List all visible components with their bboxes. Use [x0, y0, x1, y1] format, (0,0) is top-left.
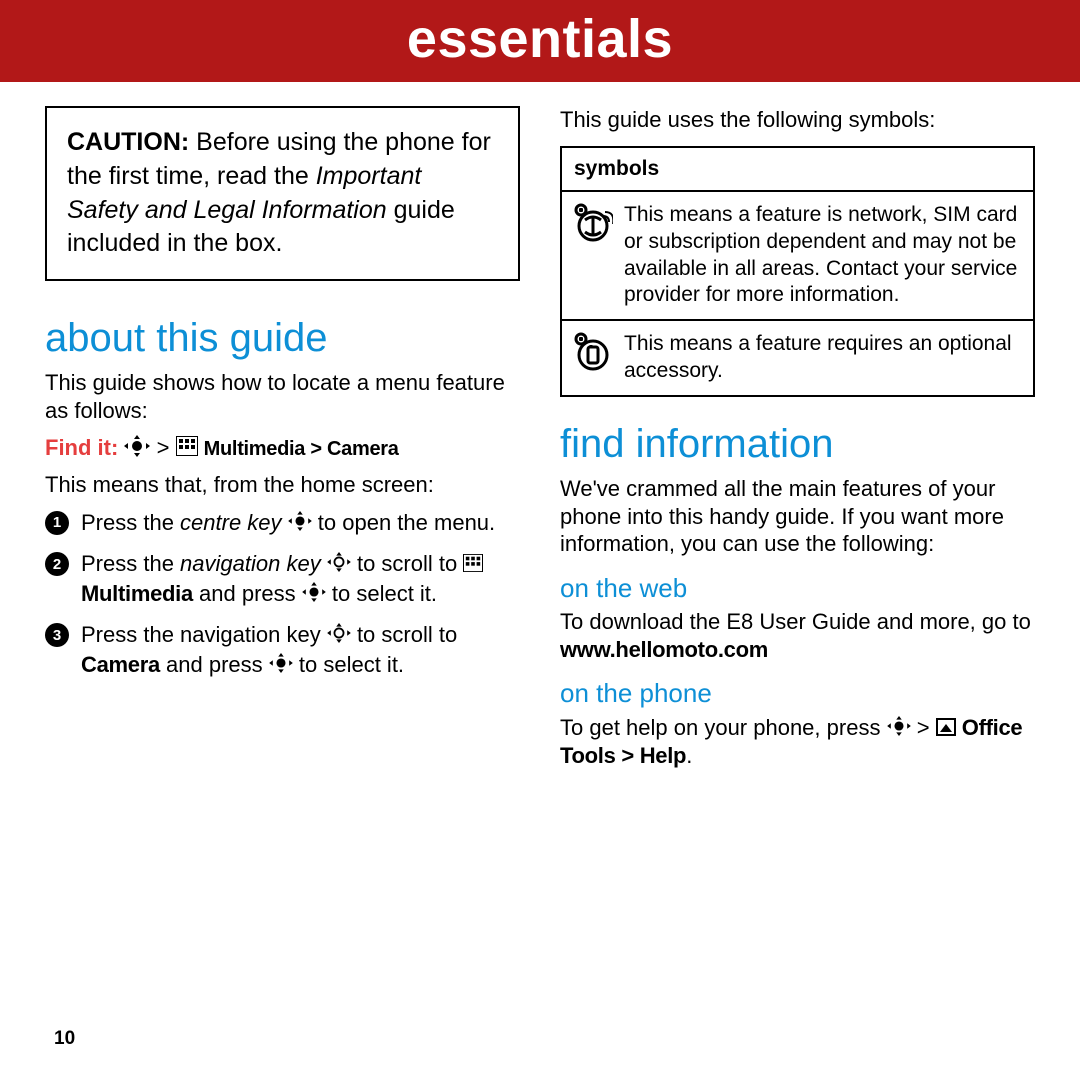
network-dependent-icon	[562, 192, 624, 320]
nav-key-icon	[327, 622, 351, 651]
on-the-phone-text: To get help on your phone, press > Offic…	[560, 714, 1035, 770]
phone-dot: .	[686, 743, 692, 768]
step2-b: to scroll to	[357, 551, 463, 576]
step3-bold: Camera	[81, 652, 160, 677]
symbols-header: symbols	[562, 148, 1033, 192]
web-t1: To download the E8 User Guide and more, …	[560, 609, 1031, 634]
list-item: 1 Press the centre key to open the menu.	[45, 509, 520, 538]
step1-ital: centre key	[180, 510, 282, 535]
left-column: CAUTION: Before using the phone for the …	[45, 106, 520, 780]
table-row: This means a feature requires an optiona…	[562, 321, 1033, 395]
step3-c: and press	[160, 652, 269, 677]
findit-line: Find it: > Multimedia > Camera	[45, 434, 520, 463]
symbols-row-1-text: This means a feature is network, SIM car…	[624, 192, 1033, 320]
step3-a: Press the navigation key	[81, 622, 327, 647]
on-the-web-heading: on the web	[560, 572, 1035, 605]
multimedia-grid-icon	[463, 551, 483, 580]
list-item: 2 Press the navigation key to scroll to …	[45, 550, 520, 609]
on-the-phone-heading: on the phone	[560, 677, 1035, 710]
symbols-row-2-text: This means a feature requires an optiona…	[624, 321, 1033, 395]
step2-d: to select it.	[332, 581, 437, 606]
office-tools-icon	[936, 715, 956, 743]
step1-a: Press the	[81, 510, 180, 535]
right-column: This guide uses the following symbols: s…	[560, 106, 1035, 780]
step-number-3: 3	[45, 623, 69, 647]
step3-d: to select it.	[299, 652, 404, 677]
about-p2: This means that, from the home screen:	[45, 471, 520, 499]
list-item: 3 Press the navigation key to scroll to …	[45, 621, 520, 680]
step2-bold: Multimedia	[81, 581, 193, 606]
web-link: www.hellomoto.com	[560, 637, 768, 662]
step1-b: to open the menu.	[318, 510, 495, 535]
banner-title: essentials	[0, 0, 1080, 82]
gt1: >	[157, 435, 176, 460]
step-number-1: 1	[45, 511, 69, 535]
findit-path: Multimedia > Camera	[204, 438, 399, 460]
findit-label: Find it:	[45, 435, 118, 460]
nav-key-icon	[327, 551, 351, 580]
find-info-p1: We've crammed all the main features of y…	[560, 475, 1035, 558]
table-row: This means a feature is network, SIM car…	[562, 192, 1033, 322]
step2-ital: navigation key	[180, 551, 321, 576]
step2-a: Press the	[81, 551, 180, 576]
page-number: 10	[54, 1028, 75, 1050]
symbols-table: symbols This means a feature is network,…	[560, 146, 1035, 398]
symbols-intro: This guide uses the following symbols:	[560, 106, 1035, 134]
columns: CAUTION: Before using the phone for the …	[0, 82, 1080, 780]
phone-t1: To get help on your phone, press	[560, 715, 887, 740]
about-heading: about this guide	[45, 313, 520, 363]
centre-key-icon	[124, 435, 150, 464]
step-number-2: 2	[45, 552, 69, 576]
step2-c: and press	[193, 581, 302, 606]
caution-label: CAUTION:	[67, 128, 189, 156]
on-the-web-text: To download the E8 User Guide and more, …	[560, 608, 1035, 663]
centre-key-icon	[887, 715, 911, 743]
about-p1: This guide shows how to locate a menu fe…	[45, 369, 520, 424]
find-info-heading: find information	[560, 419, 1035, 469]
gt2: >	[917, 715, 936, 740]
accessory-icon	[562, 321, 624, 395]
caution-box: CAUTION: Before using the phone for the …	[45, 106, 520, 281]
centre-key-icon	[288, 510, 312, 539]
multimedia-grid-icon	[176, 435, 198, 463]
step3-b: to scroll to	[357, 622, 457, 647]
page: essentials CAUTION: Before using the pho…	[0, 0, 1080, 1080]
centre-key-icon	[302, 581, 326, 610]
steps-list: 1 Press the centre key to open the menu.…	[45, 509, 520, 680]
centre-key-icon	[269, 652, 293, 681]
